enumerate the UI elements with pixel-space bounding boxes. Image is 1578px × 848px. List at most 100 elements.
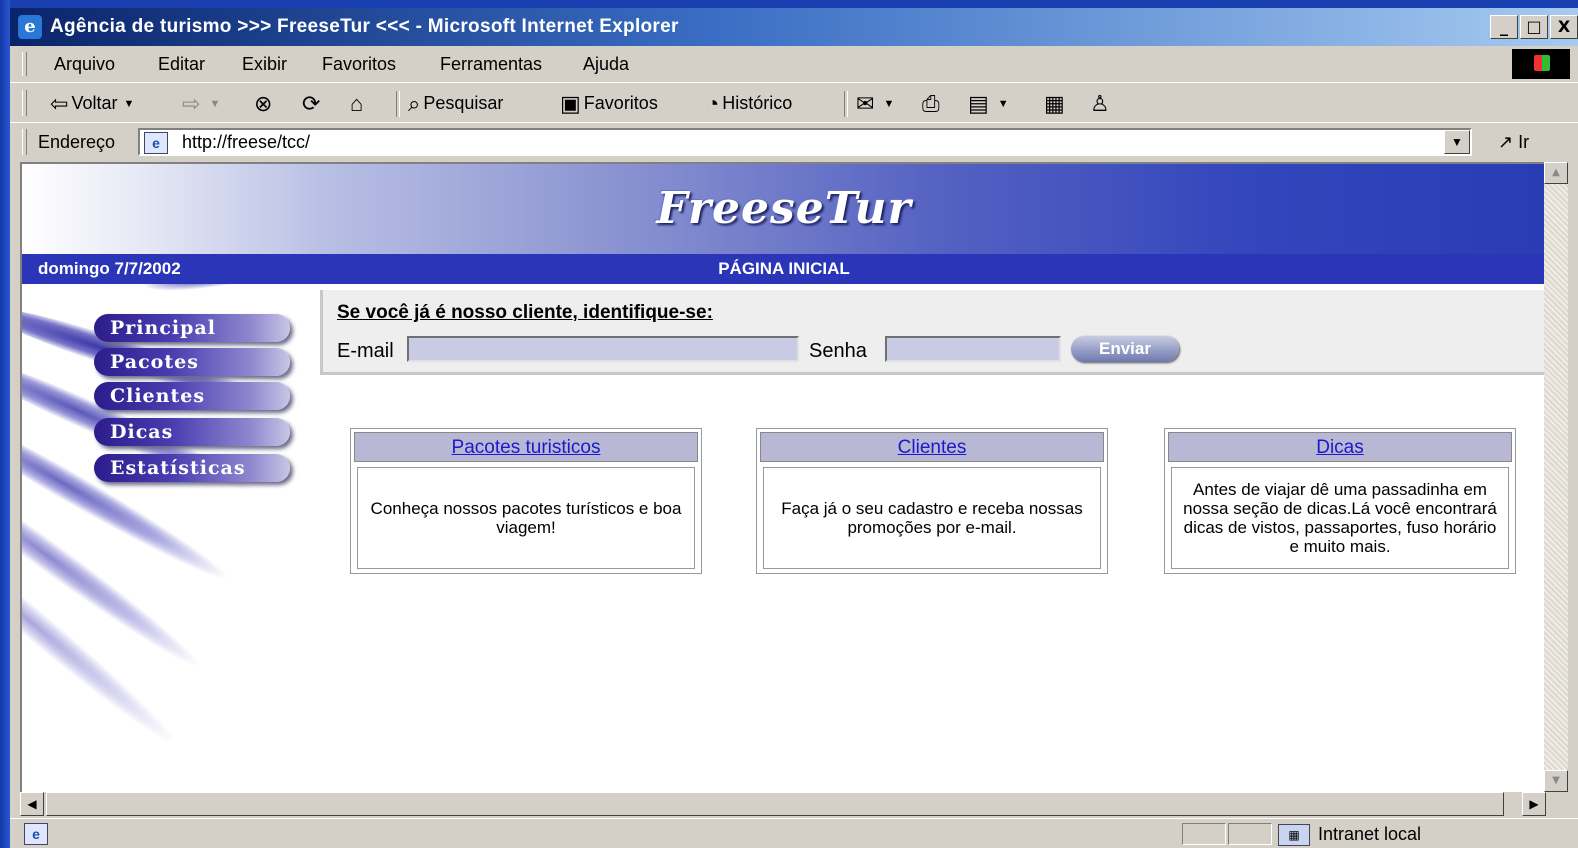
edit-dropdown-icon[interactable]: ▼ [998,98,1009,110]
info-bar: PÁGINA INICIAL domingo 7/7/2002 [22,254,1546,284]
messenger-button[interactable]: ♙ [1090,83,1113,124]
title-bar[interactable]: e Agência de turismo >>> FreeseTur <<< -… [10,8,1578,46]
toolbar-separator [396,91,400,117]
window-controls: _ □ X [1488,15,1578,41]
home-button[interactable]: ⌂ [350,83,366,124]
print-icon: ⎙ [922,91,940,117]
stop-button[interactable]: ⊗ [254,83,275,124]
card-link-pacotes[interactable]: Pacotes turisticos [452,437,601,458]
card-text: Faça já o seu cadastro e receba nossas p… [763,467,1101,569]
menu-clientes[interactable]: Clientes [94,382,290,410]
addressbar-grip[interactable] [22,129,27,155]
standard-toolbar: ⇦ Voltar ▼ ⇨ ▼ ⊗ ⟳ ⌂ ⌕ Pesquisar ▣ Favoritos … [10,82,1578,123]
messenger-icon: ♙ [1090,91,1110,117]
discuss-button[interactable]: ▦ [1044,83,1068,124]
card-header: Dicas [1168,432,1512,462]
card-clientes: Clientes Faça já o seu cadastro e receba… [756,428,1108,574]
card-text: Antes de viajar dê uma passadinha em nos… [1171,467,1509,569]
card-link-clientes[interactable]: Clientes [898,437,967,458]
maximize-button[interactable]: □ [1520,15,1548,39]
edit-button[interactable]: ▤ ▼ [968,83,1009,124]
back-button[interactable]: ⇦ Voltar ▼ [50,83,134,124]
search-icon: ⌕ [408,91,421,117]
mail-dropdown-icon[interactable]: ▼ [883,98,894,110]
back-arrow-icon: ⇦ [50,91,69,117]
site-header: FreeseTur [22,164,1546,254]
go-label: Ir [1518,132,1530,152]
menu-pacotes[interactable]: Pacotes [94,348,290,376]
history-button[interactable]: ◔ Histórico [706,83,792,124]
search-button[interactable]: ⌕ Pesquisar [408,83,503,124]
address-label: Endereço [38,132,116,152]
close-button[interactable]: X [1550,15,1578,39]
menu-exibir[interactable]: Exibir [242,46,287,82]
security-zone: ▦ Intranet local [1278,823,1421,847]
history-label: Histórico [722,93,793,113]
stop-icon: ⊗ [254,91,273,117]
mail-button[interactable]: ✉ ▼ [856,83,894,124]
favorites-icon: ▣ [560,91,581,117]
card-header: Pacotes turisticos [354,432,698,462]
address-input[interactable]: e http://freese/tcc/ ▼ [138,128,1472,156]
status-cell [1182,823,1226,845]
forward-dropdown-icon[interactable]: ▼ [209,98,220,110]
password-field[interactable] [885,336,1061,362]
email-field[interactable] [407,336,799,362]
menu-principal[interactable]: Principal [94,314,290,342]
menu-estatisticas[interactable]: Estatísticas [94,454,290,482]
status-bar: e ▦ Intranet local [10,818,1578,848]
menubar-grip[interactable] [22,52,27,76]
back-dropdown-icon[interactable]: ▼ [123,98,134,110]
intranet-icon: ▦ [1278,824,1310,847]
email-label: E-mail [337,340,394,362]
menu-ferramentas[interactable]: Ferramentas [440,46,542,82]
desktop-background [0,0,10,848]
status-cell [1228,823,1272,845]
forward-arrow-icon: ⇨ [182,91,201,117]
browser-window: e Agência de turismo >>> FreeseTur <<< -… [10,8,1578,848]
minimize-button[interactable]: _ [1490,15,1518,39]
password-label: Senha [809,340,867,362]
go-arrow-icon: ↗ [1498,132,1514,152]
page-viewport: FreeseTur PÁGINA INICIAL domingo 7/7/200… [20,162,1546,794]
vertical-scrollbar[interactable]: ▲ ▼ [1544,162,1568,792]
mail-icon: ✉ [856,91,875,117]
scroll-right-icon[interactable]: ▶ [1522,792,1546,816]
window-title: Agência de turismo >>> FreeseTur <<< - M… [50,16,679,37]
page-title: PÁGINA INICIAL [718,259,850,278]
login-panel: Se você já é nosso cliente, identifique-… [320,290,1546,375]
horizontal-scrollbar[interactable]: ◀ ▶ [20,792,1546,818]
horizontal-scroll-thumb[interactable] [46,792,1504,816]
favorites-button[interactable]: ▣ Favoritos [560,83,658,124]
current-date: domingo 7/7/2002 [38,259,181,278]
scroll-down-icon[interactable]: ▼ [1544,770,1568,792]
status-page-icon: e [24,823,48,845]
send-button[interactable]: Enviar [1071,336,1179,362]
search-label: Pesquisar [423,93,504,113]
card-link-dicas[interactable]: Dicas [1316,437,1364,458]
history-icon: ◔ [706,91,720,117]
ie-icon: e [18,15,42,39]
sidebar: Principal Pacotes Clientes Dicas Estatís… [22,284,322,794]
print-button[interactable]: ⎙ [922,83,943,124]
swirl-decoration [139,284,322,300]
go-button[interactable]: ↗ Ir [1498,123,1529,161]
back-label: Voltar [71,93,118,113]
menu-arquivo[interactable]: Arquivo [54,46,115,82]
menu-favoritos[interactable]: Favoritos [322,46,396,82]
scroll-up-icon[interactable]: ▲ [1544,162,1568,184]
refresh-button[interactable]: ⟳ [302,83,323,124]
forward-button[interactable]: ⇨ ▼ [182,83,220,124]
menu-ajuda[interactable]: Ajuda [583,46,629,82]
menu-dicas[interactable]: Dicas [94,418,290,446]
login-title: Se você já é nosso cliente, identifique-… [337,302,713,323]
home-icon: ⌂ [350,91,364,117]
address-dropdown-icon[interactable]: ▼ [1444,130,1470,154]
address-url[interactable]: http://freese/tcc/ [182,130,310,154]
menu-bar: Arquivo Editar Exibir Favoritos Ferramen… [10,46,1578,82]
scroll-left-icon[interactable]: ◀ [20,792,44,816]
card-dicas: Dicas Antes de viajar dê uma passadinha … [1164,428,1516,574]
refresh-icon: ⟳ [302,91,321,117]
menu-editar[interactable]: Editar [158,46,205,82]
toolbar-grip[interactable] [22,90,27,116]
